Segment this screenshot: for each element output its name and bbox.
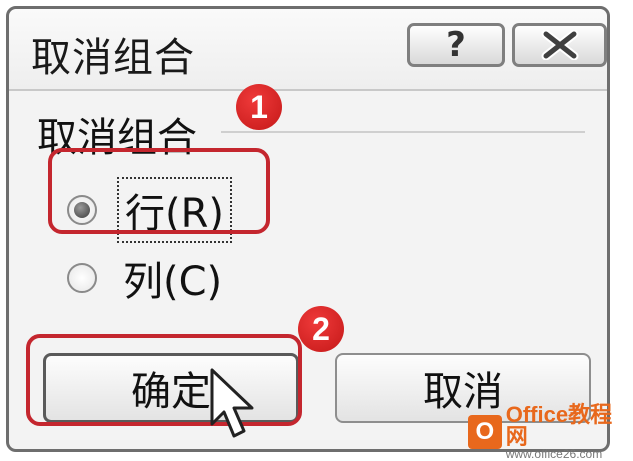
close-button[interactable]	[512, 23, 607, 67]
radio-columns[interactable]: 列(C)	[67, 247, 228, 309]
group-divider	[221, 131, 585, 133]
dialog-title: 取消组合	[31, 35, 195, 81]
title-bar: 取消组合 ?	[9, 9, 607, 91]
watermark-name: Office教程网	[505, 402, 613, 449]
step-badge-2: 2	[298, 306, 344, 352]
radio-columns-label[interactable]: 列(C)	[117, 247, 228, 309]
help-button[interactable]: ?	[407, 23, 505, 67]
office-logo-icon: O	[468, 415, 502, 449]
help-icon: ?	[446, 25, 466, 65]
highlight-ok-button	[26, 334, 302, 426]
mouse-pointer-icon	[210, 368, 254, 438]
close-icon	[541, 30, 578, 60]
watermark: O Office教程网 www.office26.com	[468, 404, 633, 460]
radio-columns-button[interactable]	[67, 263, 97, 293]
highlight-rows-option	[48, 148, 270, 234]
watermark-url: www.office26.com	[505, 447, 603, 461]
step-badge-1: 1	[236, 84, 282, 130]
